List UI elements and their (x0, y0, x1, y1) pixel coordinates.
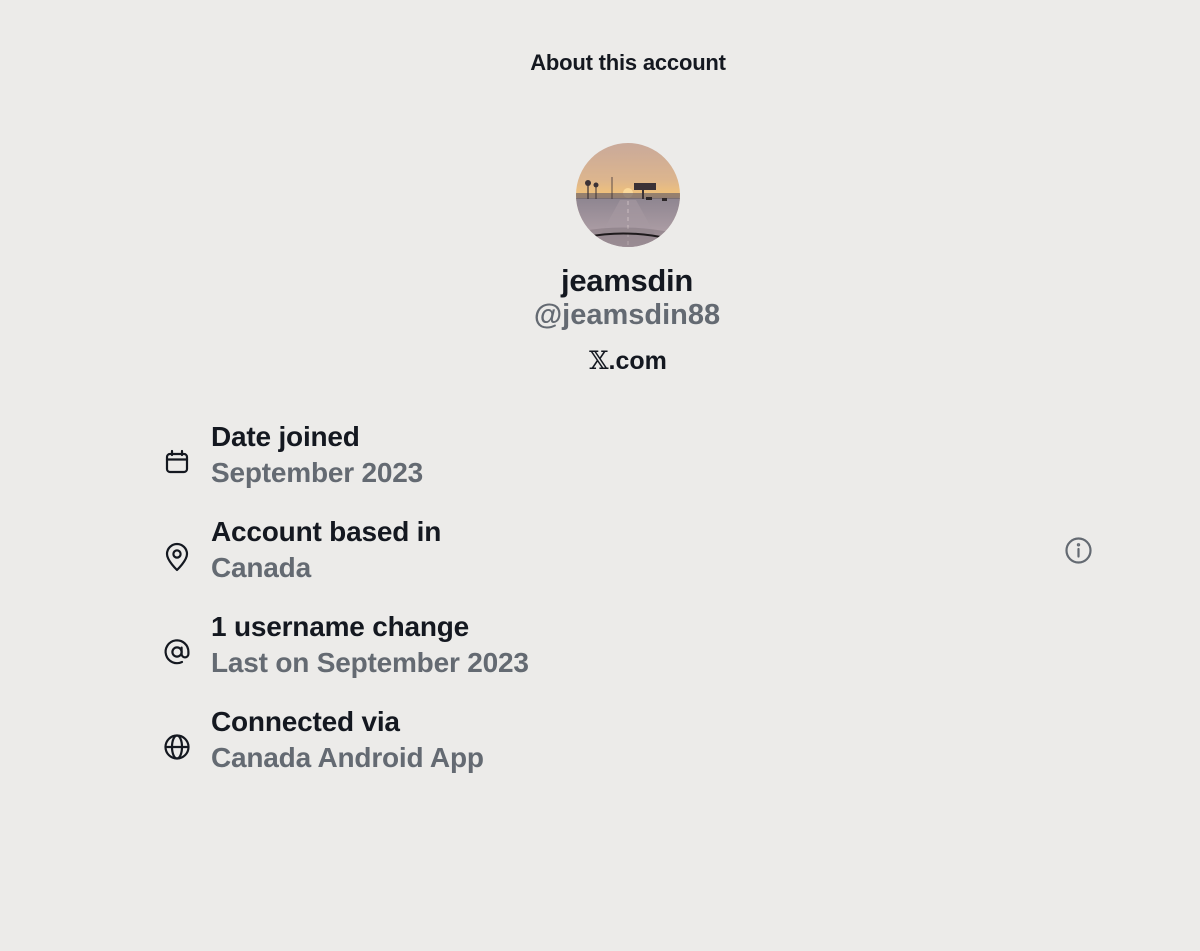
detail-row-date-joined: Date joined September 2023 (160, 421, 1120, 501)
site-suffix: .com (608, 347, 667, 375)
username-handle: @jeamsdin88 (533, 299, 721, 331)
x-logo-icon: 𝕏 (589, 346, 609, 375)
detail-value: Canada Android App (211, 742, 484, 773)
display-name: jeamsdin (561, 263, 693, 298)
calendar-icon (160, 445, 194, 479)
location-pin-icon (160, 540, 194, 574)
detail-label: Connected via (211, 706, 400, 737)
info-icon[interactable] (1064, 536, 1093, 565)
detail-value: Last on September 2023 (211, 647, 529, 678)
detail-label: Account based in (211, 516, 442, 547)
avatar-image (576, 143, 680, 247)
detail-row-username-change: 1 username change Last on September 2023 (160, 611, 1120, 691)
detail-value: Canada (211, 552, 311, 583)
site-name: 𝕏.com (0, 346, 1200, 376)
about-account-page: About this account jeamsdin @jeamsdin88 … (0, 0, 1200, 951)
page-title: About this account (530, 50, 726, 75)
detail-row-account-based-in: Account based in Canada (160, 516, 1120, 596)
globe-icon (160, 730, 194, 764)
avatar[interactable] (576, 143, 680, 247)
detail-row-connected-via: Connected via Canada Android App (160, 706, 1120, 786)
at-sign-icon (160, 635, 194, 669)
detail-label: 1 username change (211, 611, 470, 642)
detail-label: Date joined (211, 421, 360, 452)
detail-value: September 2023 (211, 457, 423, 488)
